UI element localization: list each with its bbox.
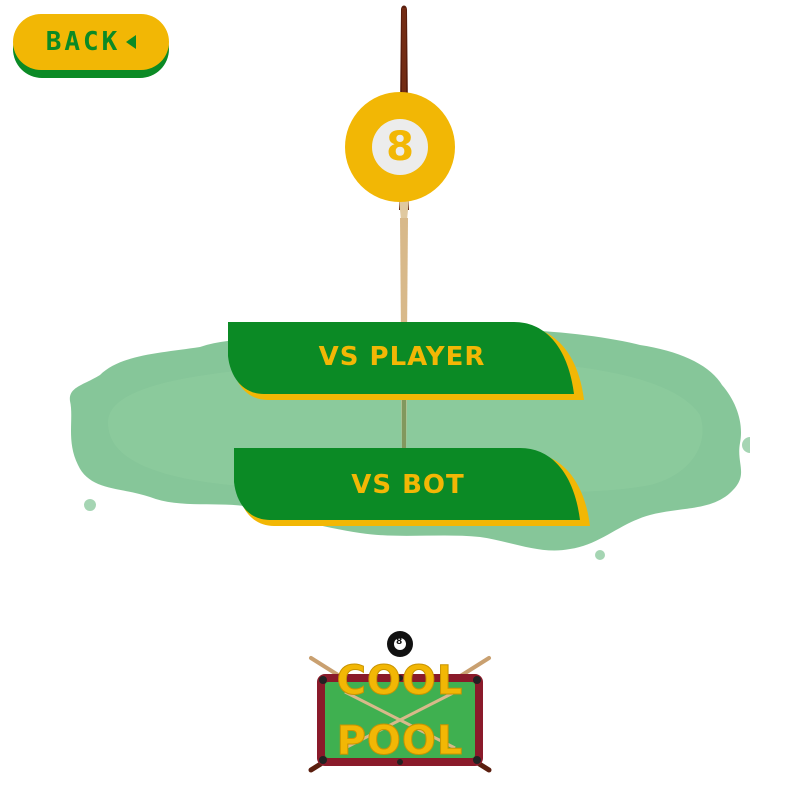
back-button-label: BACK [45,27,121,57]
back-button-face: BACK [13,14,169,70]
eight-ball-badge: 8 [345,92,455,202]
vs-bot-button[interactable]: VS BOT [234,448,592,530]
cool-pool-logo: 8 COOL POOL [305,628,495,778]
back-button[interactable]: BACK [13,14,169,78]
triangle-left-icon [126,35,137,49]
logo-text-pool: POOL [336,718,464,765]
game-menu-screen: 8 BACK VS PLAYER VS BOT 8 COOL POOL [0,0,800,800]
logo-ball-number: 8 [396,637,403,647]
logo-text-cool: COOL [336,658,464,705]
vs-bot-label: VS BOT [351,470,465,500]
ball-number-circle: 8 [372,119,428,175]
vs-player-label: VS PLAYER [318,342,486,372]
vs-player-button[interactable]: VS PLAYER [228,322,586,404]
ball-number: 8 [386,124,414,170]
